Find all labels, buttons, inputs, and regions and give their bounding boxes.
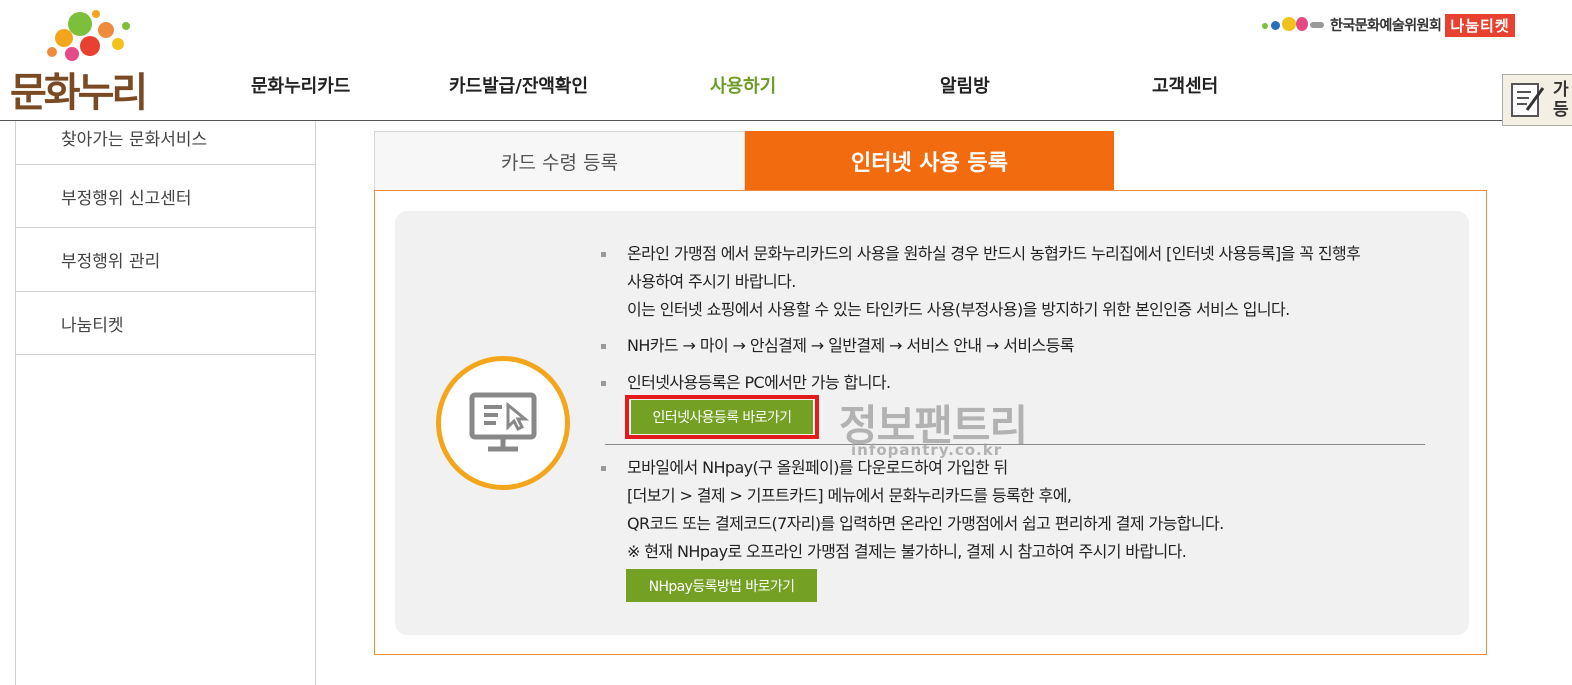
tab-internet-registration[interactable]: 인터넷 사용 등록: [745, 131, 1114, 190]
watermark: 정보팬트리 infopantry.co.kr: [839, 392, 1049, 462]
nav-item-card[interactable]: 문화누리카드: [251, 72, 350, 98]
nav-item-issue-balance[interactable]: 카드발급/잔액확인: [449, 72, 588, 98]
sidebar-item-fraud-report[interactable]: 부정행위 신고센터: [16, 165, 315, 228]
tab-panel: 온라인 가맹점 에서 문화누리카드의 사용을 원하실 경우 반드시 농협카드 누…: [374, 190, 1487, 655]
site-logo[interactable]: 문화누리: [10, 8, 160, 116]
arko-logo-icon: [1262, 15, 1328, 35]
nav-item-notice[interactable]: 알림방: [940, 72, 990, 98]
side-menu: 찾아가는 문화서비스 부정행위 신고센터 부정행위 관리 나눔티켓: [15, 121, 316, 685]
sidebar-item-visiting-service[interactable]: 찾아가는 문화서비스: [16, 111, 315, 165]
arko-link[interactable]: 한국문화예술위원회: [1330, 15, 1442, 35]
nav-item-usage[interactable]: 사용하기: [710, 72, 776, 98]
tab-card-receipt[interactable]: 카드 수령 등록: [374, 131, 745, 190]
info-bullet-online-store: 온라인 가맹점 에서 문화누리카드의 사용을 원하실 경우 반드시 농협카드 누…: [600, 240, 1361, 324]
nav-item-customer-center[interactable]: 고객센터: [1152, 72, 1218, 98]
sidebar-item-nanum-ticket[interactable]: 나눔티켓: [16, 292, 315, 355]
nhpay-guide-button[interactable]: NHpay등록방법 바로가기: [626, 569, 817, 602]
monitor-cursor-icon: [469, 392, 537, 452]
internet-registration-button[interactable]: 인터넷사용등록 바로가기: [631, 400, 813, 434]
info-box: 온라인 가맹점 에서 문화누리카드의 사용을 원하실 경우 반드시 농협카드 누…: [395, 211, 1469, 635]
sidebar-item-fraud-management[interactable]: 부정행위 관리: [16, 228, 315, 292]
partner-links: 한국문화예술위원회 나눔티켓: [1262, 12, 1515, 38]
quick-register-badge[interactable]: 가 등: [1502, 74, 1572, 126]
info-bullet-nhpay: 모바일에서 NHpay(구 올원페이)를 다운로드하여 가입한 뒤 [더보기 >…: [601, 454, 1224, 566]
logo-flower-icon: [47, 10, 130, 61]
quick-register-label: 가 등: [1553, 80, 1569, 120]
nanum-ticket-link[interactable]: 나눔티켓: [1445, 13, 1515, 37]
site-header: 문화누리 문화누리카드 카드발급/잔액확인 사용하기 알림방 고객센터 한국문화…: [0, 0, 1572, 126]
info-bullet-nh-path: NH카드 → 마이 → 안심결제 → 일반결제 → 서비스 안내 → 서비스등록: [601, 332, 1074, 360]
watermark-url: infopantry.co.kr: [851, 441, 1003, 459]
logo-text: 문화누리: [10, 70, 148, 116]
pc-circle: [436, 356, 570, 490]
register-pen-icon: [1511, 83, 1545, 117]
